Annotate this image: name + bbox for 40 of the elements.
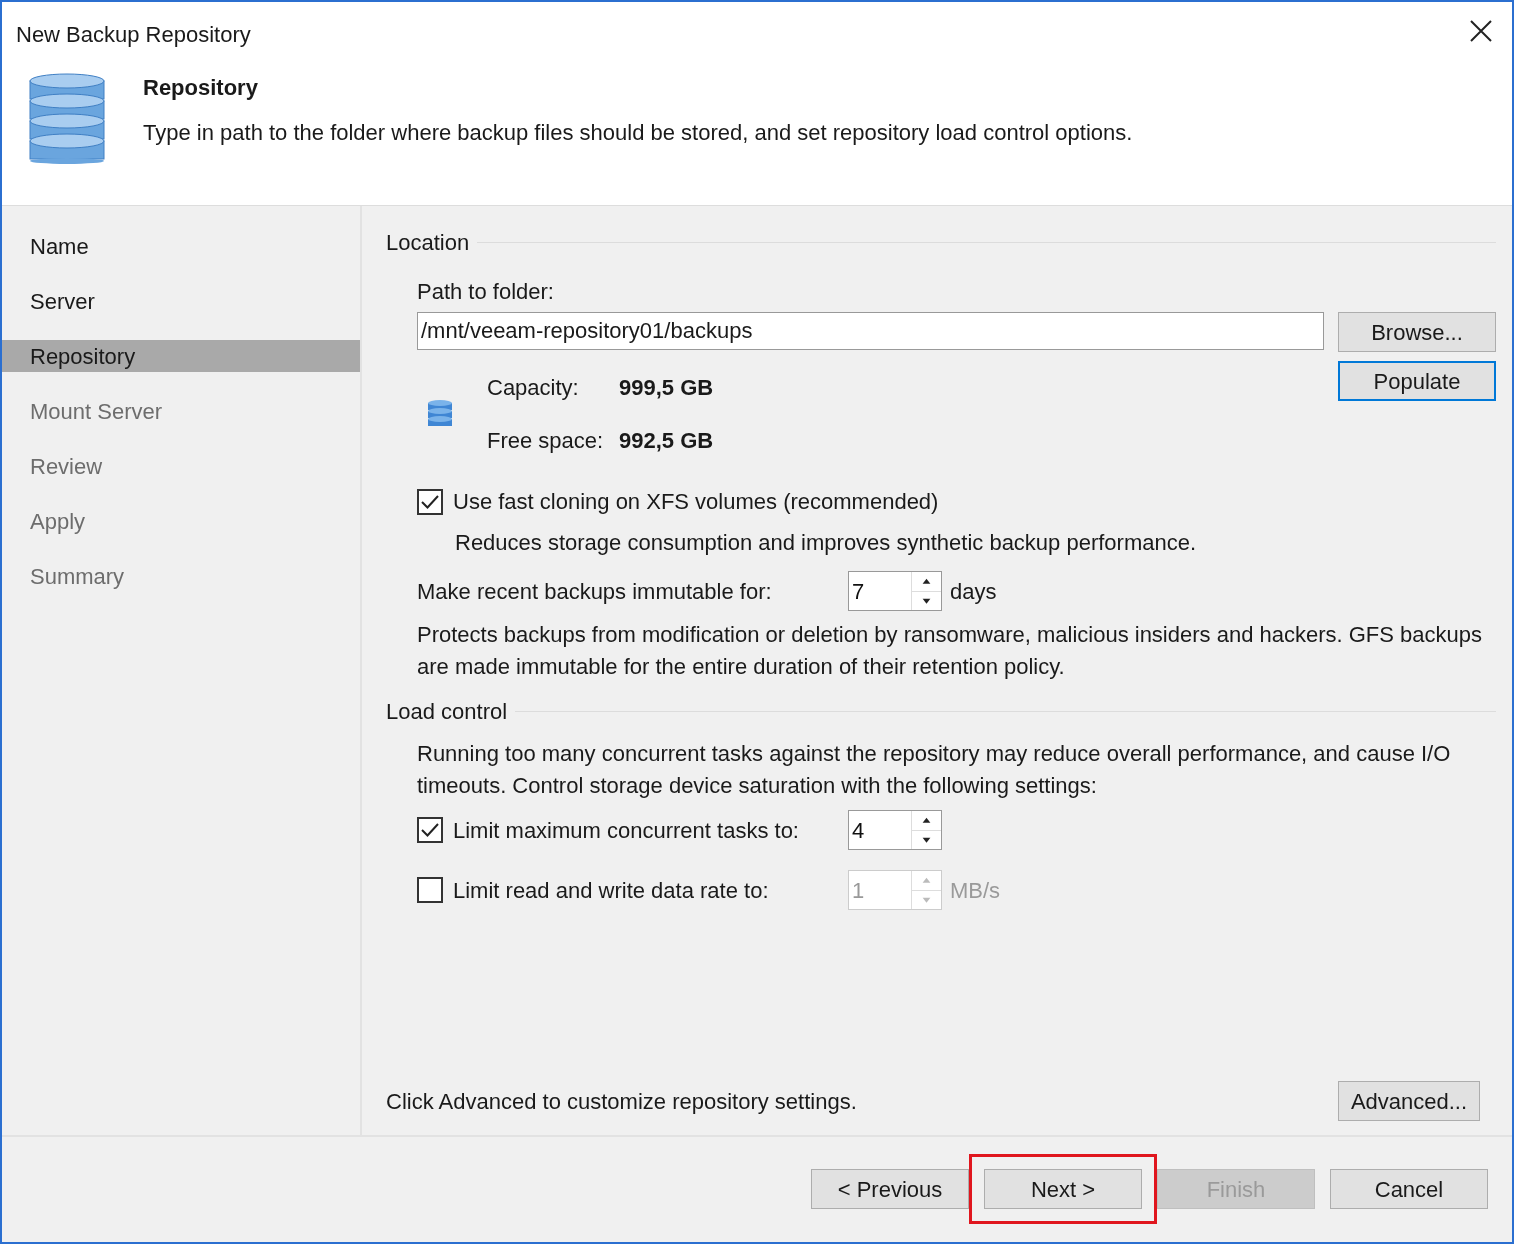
checkbox-label[interactable]: Use fast cloning on XFS volumes (recommended) [453, 485, 939, 518]
capacity-label: Capacity: [487, 374, 580, 402]
page-description: Type in path to the folder where backup files should be stored, and set repository load control options. [143, 119, 1133, 147]
section-heading: Load control [386, 698, 508, 726]
checkbox-label[interactable]: Limit maximum concurrent tasks to: [453, 813, 799, 847]
wizard-button[interactable]: Next > [984, 1169, 1142, 1209]
hint-text: Reduces storage consumption and improves synthetic backup performance. [455, 529, 1198, 557]
wizard-button[interactable]: Cancel [1330, 1169, 1488, 1209]
capacity-value: 999,5 GB [619, 374, 714, 402]
checkmark-icon [421, 493, 439, 510]
checkmark-icon [421, 822, 439, 838]
free-space-value: 992,5 GB [619, 427, 714, 455]
section-heading: Location [386, 229, 470, 257]
number-spinner[interactable]: 4 [848, 810, 942, 850]
step-item[interactable]: Server [2, 285, 360, 317]
hint-text: Running too many concurrent tasks against the repository may reduce overall performance, and cause I/O timeouts. Control storage device saturation with the following settings: [417, 740, 1452, 800]
free-space-label: Free space: [487, 427, 605, 455]
wizard-button[interactable]: < Previous [811, 1169, 969, 1209]
field-label: Path to folder: [417, 278, 555, 306]
checkbox[interactable] [417, 817, 443, 843]
checkbox[interactable] [417, 877, 443, 903]
hint-text: Click Advanced to customize repository settings. [386, 1087, 857, 1116]
database-icon [28, 73, 106, 165]
number-spinner[interactable]: 7 [848, 571, 942, 611]
checkbox[interactable] [417, 488, 443, 515]
populate-button[interactable]: Populate [1338, 361, 1496, 401]
hint-text: Protects backups from modification or deletion by ransomware, malicious insiders and hackers. GFS backups are made immutable for the entire duration of their retention policy. [417, 621, 1484, 681]
unit-label: MB/s [950, 876, 1001, 905]
step-item[interactable]: Repository [2, 340, 360, 372]
browse-button[interactable]: Browse... [1338, 312, 1496, 352]
window-title: New Backup Repository [16, 21, 251, 49]
unit-label: days [950, 577, 997, 606]
advanced-button[interactable]: Advanced... [1338, 1081, 1480, 1121]
page-title: Repository [143, 74, 259, 102]
field-label: Make recent backups immutable for: [417, 577, 773, 606]
step-item[interactable]: Name [2, 230, 360, 262]
path-field[interactable]: /mnt/veeam-repository01/backups [417, 312, 1324, 350]
checkbox-label[interactable]: Limit read and write data rate to: [453, 873, 769, 907]
database-icon [427, 399, 453, 429]
close-icon[interactable] [1470, 20, 1492, 42]
